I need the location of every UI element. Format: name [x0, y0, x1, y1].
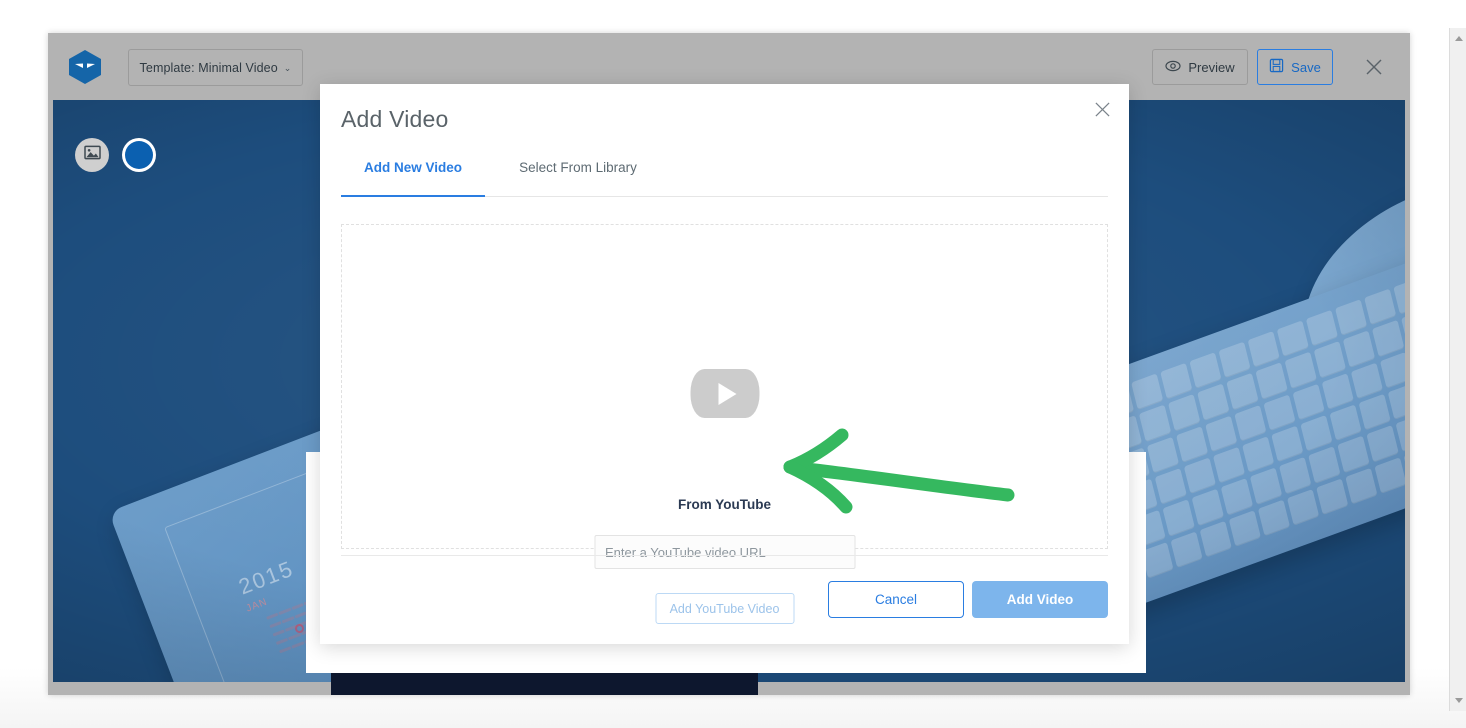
add-video-modal: Add Video Add New Video Select From Libr… [320, 84, 1129, 644]
close-icon[interactable] [1360, 53, 1388, 81]
youtube-url-input[interactable] [594, 535, 855, 569]
hexagon-logo-icon[interactable] [68, 49, 102, 85]
vertical-scrollbar[interactable] [1449, 28, 1466, 711]
page-root: Template: Minimal Video ⌄ Preview Save A… [0, 0, 1466, 728]
video-dropzone[interactable]: From YouTube Add YouTube Video [341, 224, 1108, 624]
modal-close-icon[interactable] [1089, 96, 1115, 122]
preview-button-label: Preview [1188, 59, 1235, 75]
template-selector[interactable]: Template: Minimal Video ⌄ [128, 49, 303, 86]
chevron-down-icon[interactable] [1450, 692, 1466, 709]
content-block-dark [331, 673, 758, 695]
template-selector-label: Template: Minimal Video [139, 60, 278, 75]
tab-select-from-library[interactable]: Select From Library [503, 160, 653, 197]
save-button[interactable]: Save [1257, 49, 1333, 85]
image-icon [83, 145, 101, 165]
save-button-label: Save [1291, 59, 1321, 75]
youtube-play-icon [690, 369, 759, 418]
cancel-button[interactable]: Cancel [828, 581, 964, 618]
floppy-disk-icon [1269, 58, 1284, 76]
circle-icon [125, 141, 153, 169]
preview-button[interactable]: Preview [1152, 49, 1248, 85]
color-swatch-widget-button[interactable] [122, 138, 156, 172]
chevron-up-icon[interactable] [1450, 30, 1466, 47]
modal-footer-separator [341, 555, 1108, 556]
add-video-submit-button[interactable]: Add Video [972, 581, 1108, 618]
image-widget-button[interactable] [75, 138, 109, 172]
tab-add-new-video-label: Add New Video [363, 160, 462, 175]
eye-icon [1165, 58, 1181, 77]
canvas-widget-toolbar [75, 138, 156, 172]
tab-select-from-library-label: Select From Library [519, 160, 637, 175]
tab-add-new-video[interactable]: Add New Video [341, 160, 485, 197]
modal-title: Add Video [341, 106, 449, 132]
chevron-down-icon: ⌄ [283, 63, 292, 73]
modal-tabs: Add New Video Select From Library [341, 160, 1108, 197]
play-triangle-icon [718, 382, 736, 405]
add-youtube-video-button[interactable]: Add YouTube Video [655, 593, 794, 624]
from-youtube-heading: From YouTube [678, 497, 771, 512]
